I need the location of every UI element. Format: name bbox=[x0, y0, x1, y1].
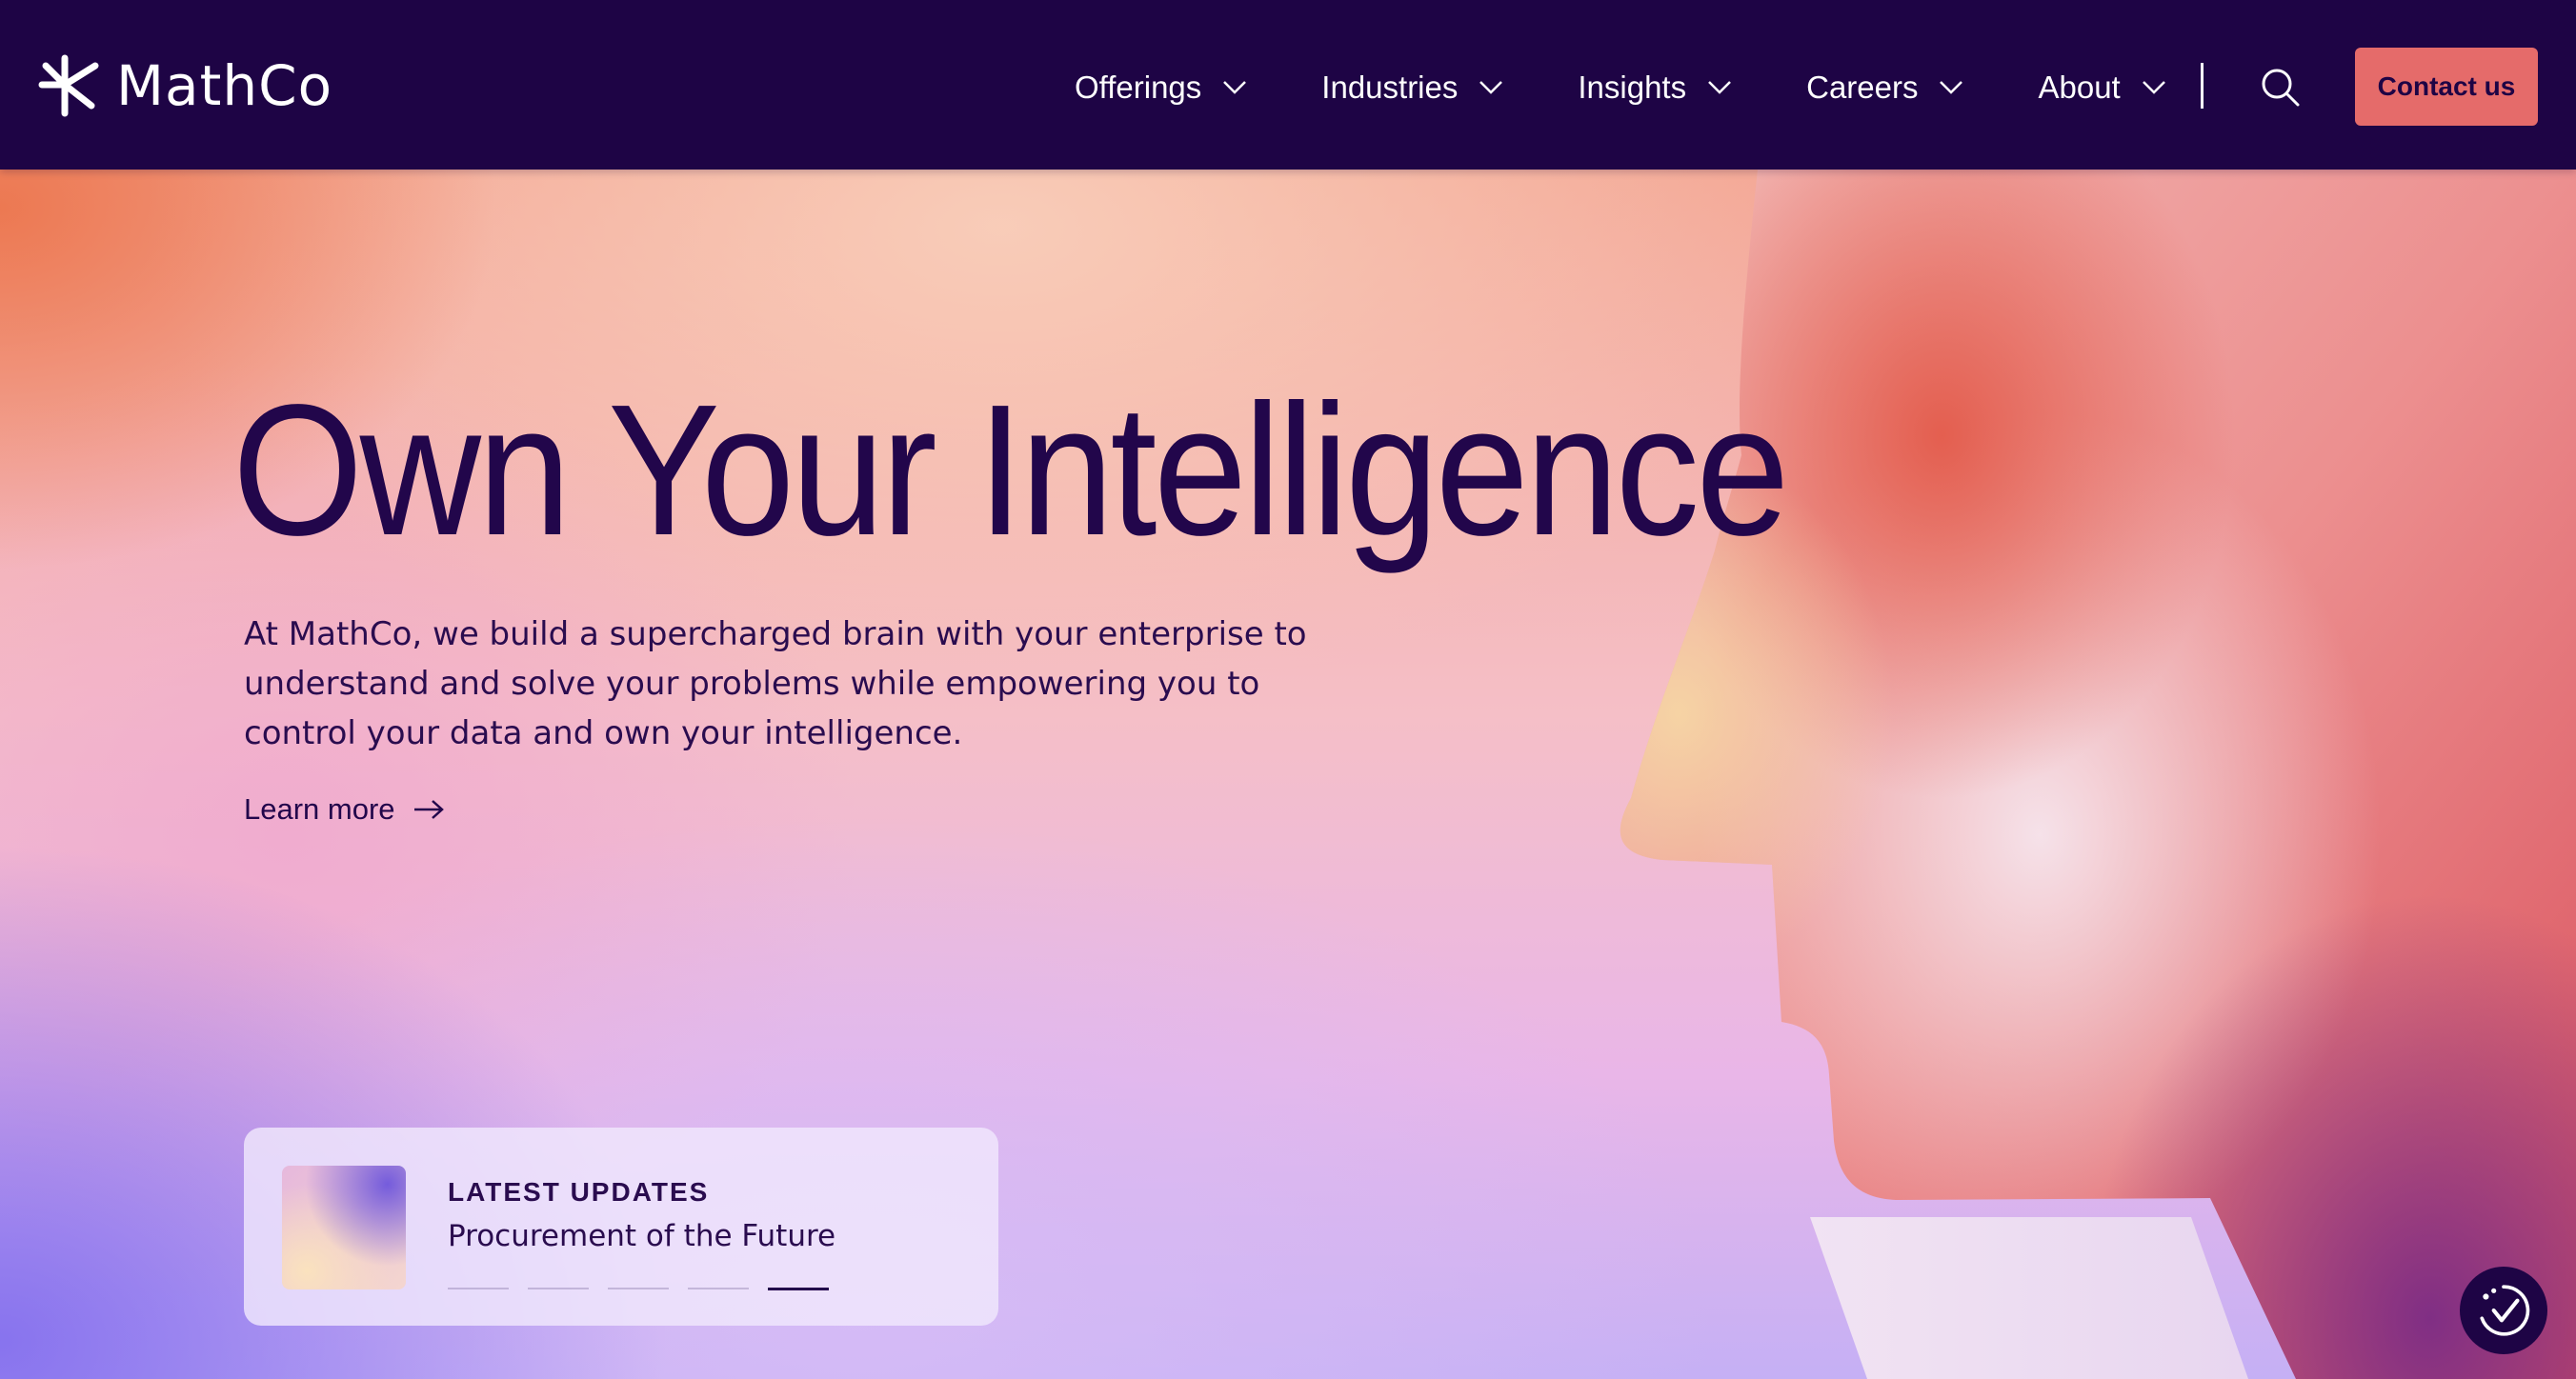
latest-updates-card[interactable]: LATEST UPDATES Procurement of the Future bbox=[244, 1128, 998, 1326]
hero-section: Own Your Intelligence At MathCo, we buil… bbox=[0, 170, 2576, 1379]
main-nav: Offerings Industries Insights Careers Ab… bbox=[1075, 57, 2166, 118]
logo-text: MathCo bbox=[116, 53, 333, 118]
asterisk-logo-icon bbox=[38, 54, 99, 117]
update-thumbnail bbox=[282, 1166, 406, 1289]
contact-us-button[interactable]: Contact us bbox=[2355, 48, 2538, 126]
slide-indicators bbox=[448, 1288, 829, 1290]
nav-item-label: About bbox=[2038, 70, 2121, 105]
nav-item-label: Careers bbox=[1806, 70, 1919, 105]
learn-more-link[interactable]: Learn more bbox=[244, 792, 445, 827]
nav-item-industries[interactable]: Industries bbox=[1321, 70, 1503, 106]
slide-indicator-3[interactable] bbox=[608, 1288, 669, 1289]
chevron-down-icon bbox=[1223, 81, 1247, 94]
hero-description: At MathCo, we build a supercharged brain… bbox=[244, 615, 1307, 752]
site-header: MathCo Offerings Industries Insights Car… bbox=[0, 0, 2576, 170]
slide-indicator-1[interactable] bbox=[448, 1288, 509, 1289]
nav-item-label: Industries bbox=[1321, 70, 1459, 105]
updates-kicker: LATEST UPDATES bbox=[448, 1177, 710, 1207]
search-button[interactable] bbox=[2260, 67, 2302, 109]
nav-item-about[interactable]: About bbox=[2038, 70, 2165, 106]
accessibility-check-icon bbox=[2480, 1285, 2530, 1336]
mathco-logo[interactable]: MathCo bbox=[36, 50, 332, 122]
slide-indicator-5[interactable] bbox=[768, 1288, 829, 1290]
nav-item-careers[interactable]: Careers bbox=[1806, 70, 1963, 106]
hero-title: Own Your Intelligence bbox=[232, 366, 1789, 574]
nav-item-label: Insights bbox=[1578, 70, 1687, 105]
update-title: Procurement of the Future bbox=[448, 1219, 836, 1253]
slide-indicator-2[interactable] bbox=[528, 1288, 589, 1289]
chevron-down-icon bbox=[1940, 81, 1963, 94]
chevron-down-icon bbox=[1479, 81, 1503, 94]
chevron-down-icon bbox=[2142, 81, 2165, 94]
accessibility-widget-button[interactable] bbox=[2460, 1267, 2547, 1354]
nav-item-offerings[interactable]: Offerings bbox=[1075, 70, 1247, 106]
nav-divider bbox=[2201, 63, 2204, 109]
chevron-down-icon bbox=[1708, 81, 1731, 94]
arrow-right-icon bbox=[413, 800, 444, 819]
slide-indicator-4[interactable] bbox=[688, 1288, 749, 1289]
search-icon bbox=[2262, 69, 2300, 107]
nav-item-insights[interactable]: Insights bbox=[1578, 70, 1732, 106]
nav-item-label: Offerings bbox=[1075, 70, 1202, 105]
learn-more-label: Learn more bbox=[244, 792, 395, 826]
